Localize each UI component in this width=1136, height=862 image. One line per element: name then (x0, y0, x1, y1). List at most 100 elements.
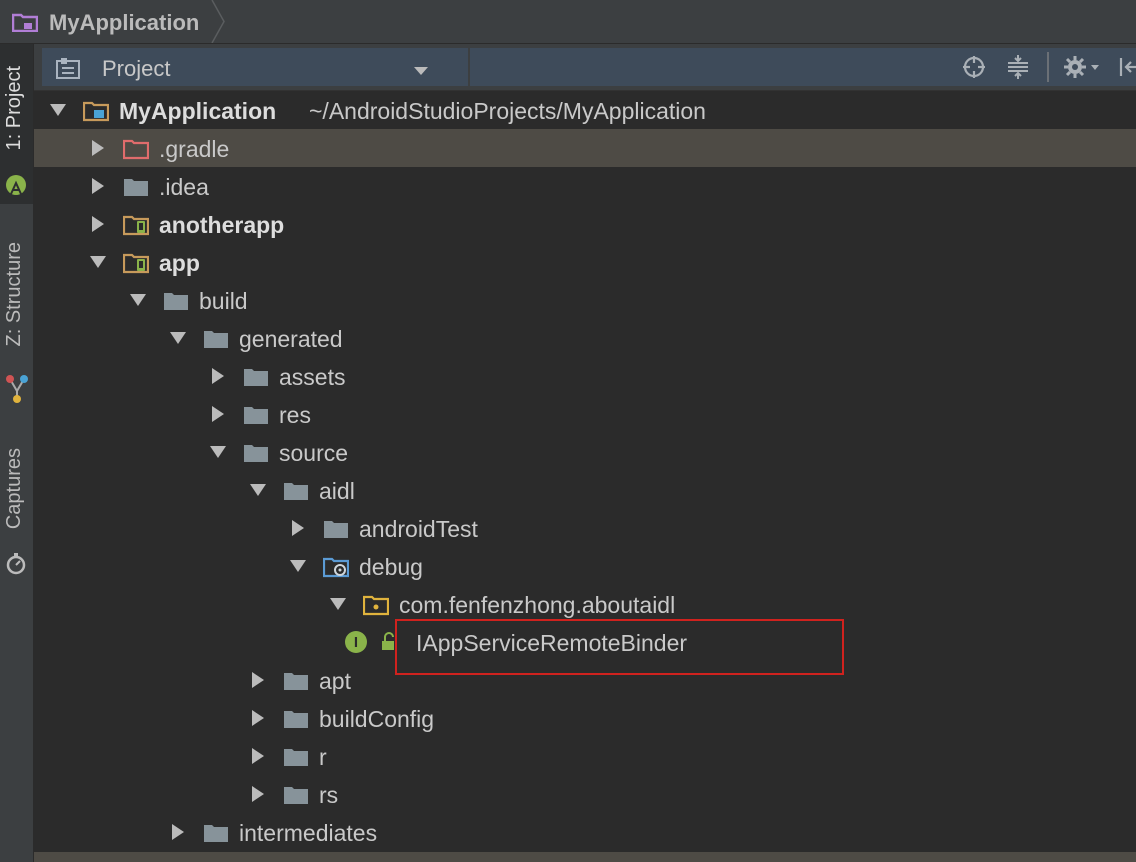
tree-row-label: aidl (319, 478, 355, 504)
chevron-down-icon (414, 63, 428, 81)
package-icon (362, 592, 390, 616)
locate-icon[interactable] (960, 48, 988, 86)
chevron-right-icon[interactable] (210, 406, 226, 422)
folder-icon (283, 782, 309, 806)
module-folder-icon (122, 212, 150, 236)
tree-row-label: debug (359, 554, 423, 580)
gear-icon[interactable] (1062, 48, 1104, 86)
chevron-down-icon[interactable] (90, 254, 106, 270)
tree-row-label: anotherapp (159, 212, 285, 238)
tree-row[interactable]: generated (34, 319, 1136, 357)
project-tree[interactable]: MyApplication ~/AndroidStudioProjects/MyA… (34, 91, 1136, 862)
navigation-bar: MyApplication (0, 0, 1136, 44)
tree-row-label: generated (239, 326, 343, 352)
tree-row[interactable]: buildConfig (34, 699, 1136, 737)
tree-row[interactable]: anotherapp (34, 205, 1136, 243)
tab-captures-label: Captures (3, 448, 25, 530)
chevron-right-icon[interactable] (90, 140, 106, 156)
tree-row[interactable]: res (34, 395, 1136, 433)
chevron-right-icon[interactable] (90, 178, 106, 194)
tree-row-label: res (279, 402, 311, 428)
tree-row[interactable]: androidTest (34, 509, 1136, 547)
structure-icon (6, 374, 28, 409)
captures-icon (5, 552, 27, 581)
tree-row-label: buildConfig (319, 706, 435, 732)
folder-icon (243, 440, 269, 464)
tree-row[interactable]: assets (34, 357, 1136, 395)
folder-icon (163, 288, 189, 312)
tree-row[interactable]: aidl (34, 471, 1136, 509)
tree-row-label: MyApplication (119, 98, 277, 124)
chevron-right-icon[interactable] (250, 710, 266, 726)
tree-row-label: apt (319, 668, 351, 694)
chevron-right-icon[interactable] (90, 216, 106, 232)
chevron-down-icon[interactable] (210, 444, 226, 460)
tree-row[interactable]: rs (34, 775, 1136, 813)
excluded-folder-icon (122, 136, 150, 160)
tree-row[interactable]: MyApplication ~/AndroidStudioProjects/MyA… (34, 91, 1136, 129)
tree-row-path: ~/AndroidStudioProjects/MyApplication (309, 98, 706, 124)
chevron-down-icon[interactable] (170, 330, 186, 346)
tree-row-label: com.fenfenzhong.aboutaidl (399, 592, 676, 618)
project-view-icon (56, 58, 84, 85)
chevron-right-icon[interactable] (250, 748, 266, 764)
chevron-down-icon[interactable] (50, 102, 66, 118)
folder-icon (283, 478, 309, 502)
folder-icon (243, 364, 269, 388)
chevron-right-icon[interactable] (210, 368, 226, 384)
tree-row[interactable]: intermediates (34, 813, 1136, 851)
chevron-right-icon[interactable] (170, 824, 186, 840)
folder-icon (243, 402, 269, 426)
tree-row[interactable]: com.fenfenzhong.aboutaidl (34, 585, 1136, 623)
chevron-right-icon[interactable] (290, 520, 306, 536)
svg-text:I: I (354, 634, 358, 651)
panel-toolbar (470, 48, 1136, 86)
project-panel-header: Project (34, 44, 1136, 91)
tree-row-label: build (199, 288, 248, 314)
folder-icon (283, 706, 309, 730)
android-icon (5, 174, 27, 203)
tree-row[interactable]: build (34, 281, 1136, 319)
folder-icon (323, 516, 349, 540)
tree-row-label: rs (319, 782, 339, 808)
chevron-right-icon[interactable] (250, 786, 266, 802)
folder-icon (203, 820, 229, 844)
chevron-down-icon[interactable] (330, 596, 346, 612)
tree-row[interactable]: debug (34, 547, 1136, 585)
tree-row-label: .idea (159, 174, 209, 200)
chevron-down-icon[interactable] (130, 292, 146, 308)
tree-row-label: r (319, 744, 327, 770)
project-folder-icon (82, 98, 110, 122)
tab-structure-label: Z: Structure (3, 242, 25, 347)
tree-row-label: intermediates (239, 820, 378, 846)
folder-icon (283, 744, 309, 768)
tree-row[interactable]: r (34, 737, 1136, 775)
hide-panel-icon[interactable] (1116, 48, 1136, 86)
chevron-right-icon[interactable] (250, 672, 266, 688)
tool-window-strip: 1: Project Z: Structure Captures (0, 44, 34, 862)
folder-icon (203, 326, 229, 350)
module-folder-icon (122, 250, 150, 274)
tree-row[interactable]: app (34, 243, 1136, 281)
breadcrumb-separator (210, 0, 226, 48)
source-root-folder-icon (322, 554, 350, 578)
tree-row-label: .gradle (159, 136, 230, 162)
project-view-label: Project (102, 56, 171, 81)
tab-captures[interactable]: Captures (0, 444, 33, 584)
tab-structure[interactable]: Z: Structure (0, 234, 33, 409)
collapse-all-icon[interactable] (1004, 48, 1032, 86)
tree-row[interactable]: .gradle (34, 129, 1136, 167)
project-folder-icon (11, 12, 39, 37)
tree-row[interactable]: .idea (34, 167, 1136, 205)
tree-row-label: assets (279, 364, 346, 390)
chevron-down-icon[interactable] (250, 482, 266, 498)
toolbar-separator (1046, 48, 1050, 86)
tab-project[interactable]: 1: Project (0, 44, 33, 204)
chevron-down-icon[interactable] (290, 558, 306, 574)
tree-row-label: app (159, 250, 200, 276)
project-view-dropdown[interactable]: Project (42, 48, 468, 86)
folder-icon (123, 174, 149, 198)
tree-row[interactable]: source (34, 433, 1136, 471)
breadcrumb-project-label[interactable]: MyApplication (49, 10, 199, 36)
tab-project-label: 1: Project (3, 66, 25, 151)
